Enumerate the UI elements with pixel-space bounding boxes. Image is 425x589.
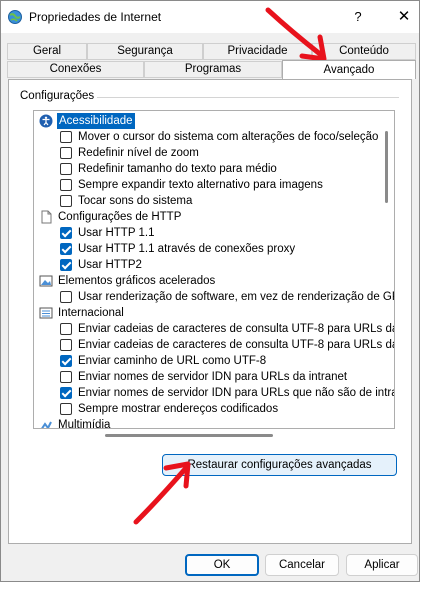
internet-properties-dialog: Propriedades de Internet ? ✕ Geral Segur… [0, 0, 420, 582]
option-label: Enviar cadeias de caracteres de consulta… [78, 323, 395, 335]
option-row[interactable]: Tocar sons do sistema [34, 193, 394, 209]
category-label: Elementos gráficos acelerados [58, 275, 216, 287]
option-label: Enviar caminho de URL como UTF-8 [78, 355, 267, 367]
option-row[interactable]: Sempre mostrar endereços codificados [34, 401, 394, 417]
checkbox[interactable] [60, 323, 72, 335]
option-label: Enviar nomes de servidor IDN para URLs q… [78, 387, 395, 399]
cancel-button[interactable]: Cancelar [265, 554, 339, 576]
category-label: Configurações de HTTP [58, 211, 182, 223]
option-label: Enviar nomes de servidor IDN para URLs d… [78, 371, 348, 383]
tab-geral[interactable]: Geral [7, 43, 87, 60]
option-label: Sempre mostrar endereços codificados [78, 403, 279, 415]
internet-globe-icon [8, 10, 22, 24]
graphics-icon [39, 275, 53, 287]
checkbox[interactable] [60, 195, 72, 207]
option-row[interactable]: Usar HTTP2 [34, 257, 394, 273]
accessibility-icon [39, 114, 53, 128]
window-title: Propriedades de Internet [29, 10, 162, 24]
tab-label: Segurança [117, 45, 173, 57]
checkbox[interactable] [60, 131, 72, 143]
option-row[interactable]: Enviar nomes de servidor IDN para URLs q… [34, 385, 394, 401]
settings-group-label: Configurações [20, 90, 95, 102]
checkbox[interactable] [60, 147, 72, 159]
ok-button[interactable]: OK [185, 554, 259, 576]
apply-button[interactable]: Aplicar [346, 554, 418, 576]
checkbox[interactable] [60, 339, 72, 351]
category-accessibility[interactable]: Acessibilidade [34, 113, 394, 129]
checkbox[interactable] [60, 259, 72, 271]
tab-label: Geral [32, 45, 62, 57]
horizontal-scrollbar[interactable] [105, 434, 273, 437]
close-button[interactable]: ✕ [393, 7, 415, 27]
category-label: Multimídia [58, 419, 111, 429]
list-icon [39, 307, 53, 319]
option-row[interactable]: Enviar cadeias de caracteres de consulta… [34, 337, 394, 353]
checkbox[interactable] [60, 387, 72, 399]
option-row[interactable]: Usar HTTP 1.1 [34, 225, 394, 241]
title-bar: Propriedades de Internet ? ✕ [1, 1, 419, 33]
tab-label: Avançado [323, 64, 375, 76]
option-label: Sempre expandir texto alternativo para i… [78, 179, 323, 191]
option-label: Usar HTTP 1.1 através de conexões proxy [78, 243, 296, 255]
category-multimedia[interactable]: Multimídia [34, 417, 394, 429]
option-row[interactable]: Enviar nomes de servidor IDN para URLs d… [34, 369, 394, 385]
checkbox[interactable] [60, 179, 72, 191]
checkbox[interactable] [60, 163, 72, 175]
option-label: Usar HTTP2 [78, 259, 142, 271]
tab-label: Conexões [49, 63, 102, 75]
checkbox[interactable] [60, 291, 72, 303]
vertical-scrollbar[interactable] [385, 131, 388, 203]
group-divider [97, 97, 399, 98]
tab-seguranca[interactable]: Segurança [87, 43, 203, 60]
option-row[interactable]: Redefinir nível de zoom [34, 145, 394, 161]
option-row[interactable]: Mover o cursor do sistema com alterações… [34, 129, 394, 145]
option-label: Redefinir nível de zoom [78, 147, 199, 159]
option-label: Usar renderização de software, em vez de… [78, 291, 395, 303]
tab-avancado[interactable]: Avançado [282, 60, 416, 79]
option-row[interactable]: Redefinir tamanho do texto para médio [34, 161, 394, 177]
settings-tree-list[interactable]: Acessibilidade Mover o cursor do sistema… [33, 110, 395, 429]
option-label: Redefinir tamanho do texto para médio [78, 163, 277, 175]
tab-label: Programas [184, 63, 242, 75]
checkbox[interactable] [60, 403, 72, 415]
option-row[interactable]: Enviar cadeias de caracteres de consulta… [34, 321, 394, 337]
multimedia-icon [41, 421, 52, 428]
option-row[interactable]: Usar renderização de software, em vez de… [34, 289, 394, 305]
category-label: Internacional [58, 307, 124, 319]
category-label: Acessibilidade [57, 113, 135, 129]
option-row[interactable]: Enviar caminho de URL como UTF-8 [34, 353, 394, 369]
option-label: Tocar sons do sistema [78, 195, 193, 207]
category-international[interactable]: Internacional [34, 305, 394, 321]
category-graphics[interactable]: Elementos gráficos acelerados [34, 273, 394, 289]
annotation-arrow-icon [133, 461, 191, 525]
checkbox[interactable] [60, 355, 72, 367]
tab-conexoes[interactable]: Conexões [7, 61, 144, 78]
option-row[interactable]: Usar HTTP 1.1 através de conexões proxy [34, 241, 394, 257]
checkbox[interactable] [60, 227, 72, 239]
document-icon [41, 210, 52, 224]
help-button[interactable]: ? [347, 7, 369, 27]
option-label: Enviar cadeias de caracteres de consulta… [78, 339, 395, 351]
checkbox[interactable] [60, 371, 72, 383]
option-label: Usar HTTP 1.1 [78, 227, 155, 239]
option-label: Mover o cursor do sistema com alterações… [78, 131, 379, 143]
tab-label: Conteúdo [339, 45, 389, 57]
option-row[interactable]: Sempre expandir texto alternativo para i… [34, 177, 394, 193]
category-http[interactable]: Configurações de HTTP [34, 209, 394, 225]
checkbox[interactable] [60, 243, 72, 255]
